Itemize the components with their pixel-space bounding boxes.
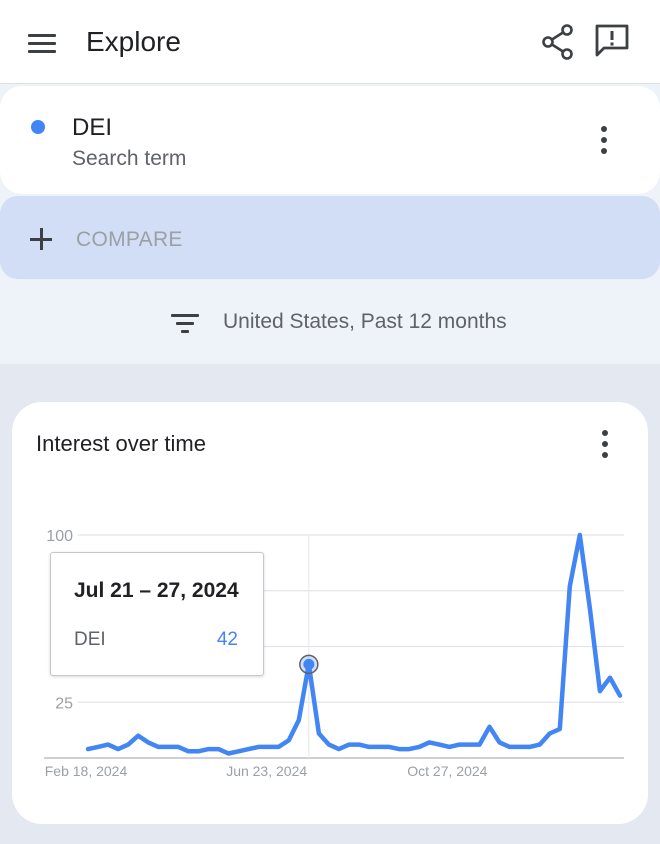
search-term-type: Search term [72,147,187,170]
more-vert-icon[interactable] [590,424,620,464]
tooltip-term: DEI [74,629,106,650]
tooltip-date: Jul 21 – 27, 2024 [74,579,239,602]
feedback-icon[interactable] [590,18,634,62]
filter-list-icon [171,312,199,334]
tooltip-value: 42 [216,629,238,650]
filter-summary: United States, Past 12 months [223,310,507,333]
compare-label: COMPARE [76,228,183,251]
term-color-dot [31,120,45,134]
more-vert-icon[interactable] [589,120,619,160]
plus-icon [30,228,54,252]
search-term-name: DEI [72,114,113,141]
chart-tooltip [50,552,264,676]
hamburger-menu-icon[interactable] [22,24,62,60]
chart-title: Interest over time [36,431,206,456]
page-title: Explore [86,26,181,57]
share-icon[interactable] [538,20,578,64]
